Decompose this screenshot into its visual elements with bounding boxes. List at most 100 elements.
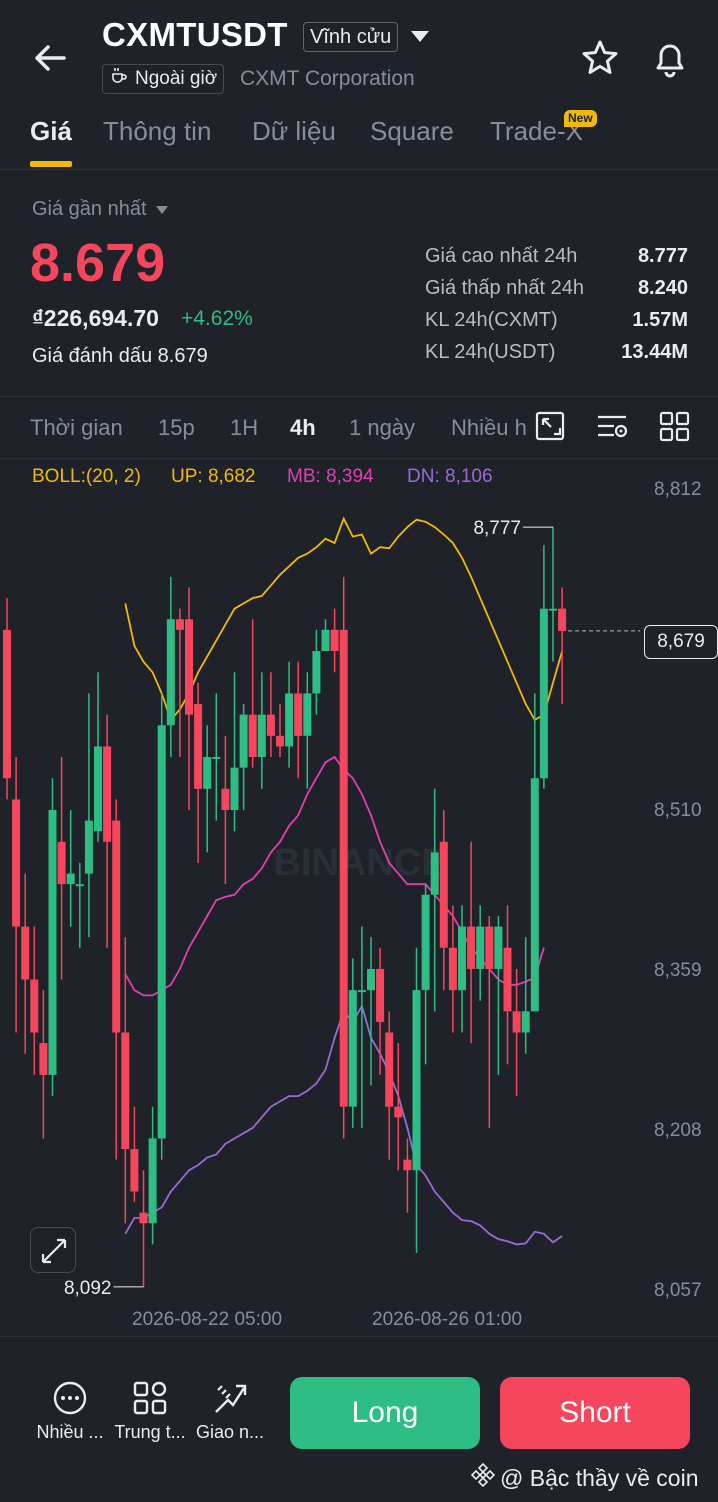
candle-body xyxy=(448,947,457,991)
tab-square[interactable]: Square xyxy=(370,116,454,147)
timeframe-1d[interactable]: 1 ngày xyxy=(349,415,415,441)
candle-body xyxy=(112,820,121,1033)
candle-body xyxy=(303,693,312,736)
caret-down-icon xyxy=(155,198,169,221)
candle-body xyxy=(75,884,84,887)
y-tick: 8,208 xyxy=(654,1120,702,1141)
candlestick-chart[interactable]: BINANCE 8,777 8,092 xyxy=(0,480,640,1300)
candle-body xyxy=(248,714,257,758)
last-price-selector[interactable]: Giá gần nhất xyxy=(32,198,169,221)
stat-value-low: 8.240 xyxy=(637,277,688,299)
bottom-nav-bot[interactable]: Giao n... xyxy=(190,1380,270,1443)
tab-data[interactable]: Dữ liệu xyxy=(252,116,336,147)
candle-body xyxy=(539,608,548,779)
candle-body xyxy=(148,1138,157,1224)
back-arrow-icon[interactable] xyxy=(30,38,70,78)
bottom-nav-center-label: Trung t... xyxy=(114,1422,186,1442)
x-tick: 2026-08-22 05:00 xyxy=(132,1309,283,1330)
stat-value-high: 8.777 xyxy=(637,245,688,267)
chart-fullscreen-icon[interactable] xyxy=(534,410,568,444)
chevron-down-icon[interactable] xyxy=(409,28,431,44)
candle-body xyxy=(367,968,375,991)
divider xyxy=(0,458,718,459)
timeframe-1h[interactable]: 1H xyxy=(230,415,258,441)
timeframe-time[interactable]: Thời gian xyxy=(30,415,123,441)
candle-body xyxy=(194,704,203,789)
bottom-nav-center[interactable]: Trung t... xyxy=(110,1380,190,1443)
new-badge: New xyxy=(564,110,597,127)
mark-price-label: Giá đánh dấu xyxy=(32,345,153,367)
stat-label-low: Giá thấp nhất 24h xyxy=(425,277,585,299)
candle-body xyxy=(103,746,112,842)
candle-body xyxy=(57,841,66,885)
candle-body xyxy=(157,725,166,1139)
stat-value-vol-base: 1.57M xyxy=(632,309,688,331)
candle-body xyxy=(512,1011,521,1033)
candle-body xyxy=(39,1043,48,1075)
candle-body xyxy=(421,894,430,991)
candle-body xyxy=(66,873,75,885)
company-name: CXMT Corporation xyxy=(240,67,415,90)
candle-body xyxy=(394,1106,403,1118)
contract-type-badge: Vĩnh cửu xyxy=(303,22,399,52)
candle-body xyxy=(130,1149,139,1192)
candle-body xyxy=(221,788,230,810)
candle-body xyxy=(266,714,275,736)
candle-body xyxy=(357,990,366,993)
y-tick: 8,057 xyxy=(654,1280,702,1301)
timeframe-4h[interactable]: 4h xyxy=(290,415,316,441)
stat-label-vol-base: KL 24h(CXMT) xyxy=(425,309,558,331)
chart-watermark: BINANCE xyxy=(273,842,446,884)
short-button[interactable]: Short xyxy=(500,1377,690,1449)
candle-body xyxy=(294,693,303,736)
mark-price: Giá đánh dấu 8.679 xyxy=(32,345,208,368)
candle-body xyxy=(348,990,357,1107)
indicator-settings-icon[interactable] xyxy=(596,410,630,444)
timeframe-15m[interactable]: 15p xyxy=(158,415,195,441)
candle-body xyxy=(139,1212,148,1224)
x-tick: 2026-08-26 01:00 xyxy=(372,1309,523,1330)
binance-logo-icon xyxy=(470,1462,496,1494)
active-tab-indicator xyxy=(30,161,72,167)
footer-watermark: @ Bậc thầy về coin xyxy=(470,1462,699,1494)
candle-body xyxy=(503,947,512,1012)
coffee-icon xyxy=(109,65,129,94)
candle-body xyxy=(166,619,175,726)
candle-body xyxy=(230,767,239,810)
candle-body xyxy=(203,757,212,789)
candle-body xyxy=(121,1032,130,1150)
symbol-title[interactable]: CXMTUSDT xyxy=(102,16,288,54)
candle-body xyxy=(84,820,93,874)
candle-body xyxy=(212,757,221,760)
bell-alert-icon[interactable] xyxy=(650,38,690,78)
timeframe-more[interactable]: Nhiều h xyxy=(451,415,531,441)
candle-body xyxy=(485,926,494,969)
layout-grid-icon[interactable] xyxy=(658,410,692,444)
candle-body xyxy=(403,1159,412,1171)
candle-body xyxy=(330,629,339,652)
favorite-star-icon[interactable] xyxy=(580,38,620,78)
candle-body xyxy=(21,926,30,980)
candle-body xyxy=(458,926,466,991)
candle-body xyxy=(430,852,439,895)
candle-body xyxy=(521,1011,530,1033)
more-dots-icon xyxy=(52,1380,88,1416)
tab-price[interactable]: Giá xyxy=(30,116,72,147)
candle-body xyxy=(94,746,102,832)
candle-body xyxy=(239,714,248,768)
divider xyxy=(0,396,718,397)
y-tick: 8,359 xyxy=(654,960,702,981)
fiat-price: ₫226,694.70 xyxy=(32,305,159,331)
candle-body xyxy=(476,926,485,969)
candle-body xyxy=(175,619,184,630)
bottom-nav-more[interactable]: Nhiều ... xyxy=(30,1380,110,1443)
divider xyxy=(0,1336,718,1337)
candle-body xyxy=(30,979,39,1033)
candle-body xyxy=(3,629,11,779)
tab-info[interactable]: Thông tin xyxy=(103,116,211,147)
candle-body xyxy=(257,714,266,758)
long-button[interactable]: Long xyxy=(290,1377,480,1449)
candle-body xyxy=(185,619,193,715)
candle-body xyxy=(439,841,448,948)
expand-chart-button[interactable] xyxy=(30,1227,76,1273)
